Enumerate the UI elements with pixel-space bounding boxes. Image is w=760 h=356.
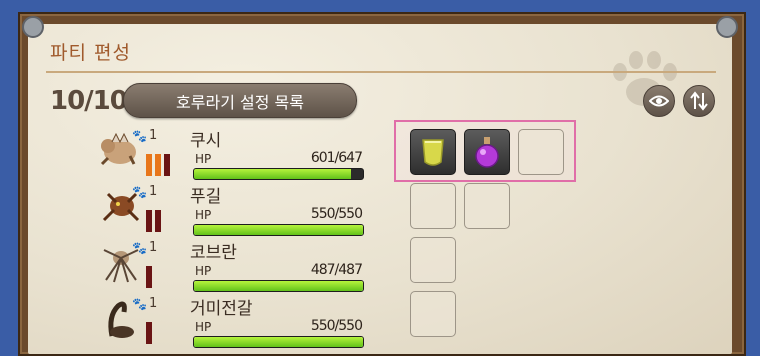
- hp-label: HP: [195, 152, 212, 166]
- item-slot[interactable]: [410, 129, 456, 175]
- item-slot-empty[interactable]: [464, 183, 510, 229]
- sort-arrows-icon: [690, 91, 708, 111]
- hp-fill: [194, 225, 363, 235]
- party-member-row[interactable]: 🐾 1 쿠시 HP 601/647: [0, 128, 760, 188]
- item-slot-empty[interactable]: [518, 129, 564, 175]
- hp-value: 487/487: [310, 262, 363, 278]
- member-name: 쿠시: [190, 131, 222, 151]
- paw-icon: 🐾: [132, 128, 147, 143]
- title-divider: [46, 71, 716, 73]
- hp-label: HP: [195, 208, 212, 222]
- party-member-row[interactable]: 🐾 1 거미전갈 HP 550/550: [0, 296, 760, 356]
- hp-bar: [193, 280, 364, 292]
- rank-value: 1: [148, 128, 158, 143]
- level-bars: [146, 322, 152, 344]
- eye-icon: [649, 95, 669, 107]
- hp-bar: [193, 336, 364, 348]
- level-bars: [146, 210, 161, 232]
- hp-value: 550/550: [310, 206, 363, 222]
- rank-value: 1: [148, 240, 158, 255]
- hp-fill: [194, 281, 363, 291]
- rank-indicator: 🐾 1: [132, 240, 157, 255]
- hp-fill: [194, 169, 351, 179]
- hp-bar: [193, 168, 364, 180]
- level-bars: [146, 266, 152, 288]
- frame-rivet: [716, 16, 738, 38]
- hp-bar: [193, 224, 364, 236]
- window-title: 파티 편성: [50, 42, 131, 64]
- whistle-settings-button[interactable]: 호루라기 설정 목록: [123, 83, 357, 118]
- rank-indicator: 🐾 1: [132, 184, 157, 199]
- hp-fill: [194, 337, 363, 347]
- paw-icon: 🐾: [132, 240, 147, 255]
- frame-rivet: [22, 16, 44, 38]
- hp-label: HP: [195, 320, 212, 334]
- party-member-row[interactable]: 🐾 1 코브란 HP 487/487: [0, 240, 760, 300]
- member-name: 푸길: [190, 187, 222, 207]
- item-slot-empty[interactable]: [410, 291, 456, 337]
- member-name: 거미전갈: [190, 299, 253, 319]
- level-bars: [146, 154, 170, 176]
- hp-value: 550/550: [310, 318, 363, 334]
- yellow-potion-icon: [422, 139, 444, 166]
- view-button[interactable]: [643, 85, 675, 117]
- rank-indicator: 🐾 1: [132, 128, 157, 143]
- party-count: 10/10: [50, 86, 128, 116]
- member-name: 코브란: [190, 243, 237, 263]
- rank-value: 1: [148, 184, 158, 199]
- hp-label: HP: [195, 264, 212, 278]
- item-slot-empty[interactable]: [410, 183, 456, 229]
- hp-value: 601/647: [310, 150, 363, 166]
- rank-indicator: 🐾 1: [132, 296, 157, 311]
- purple-elixir-icon: [475, 137, 499, 168]
- party-member-row[interactable]: 🐾 1 푸길 HP 550/550: [0, 184, 760, 244]
- paw-icon: 🐾: [132, 184, 147, 199]
- sort-button[interactable]: [683, 85, 715, 117]
- rank-value: 1: [148, 296, 158, 311]
- item-slot[interactable]: [464, 129, 510, 175]
- paw-icon: 🐾: [132, 296, 147, 311]
- item-slot-empty[interactable]: [410, 237, 456, 283]
